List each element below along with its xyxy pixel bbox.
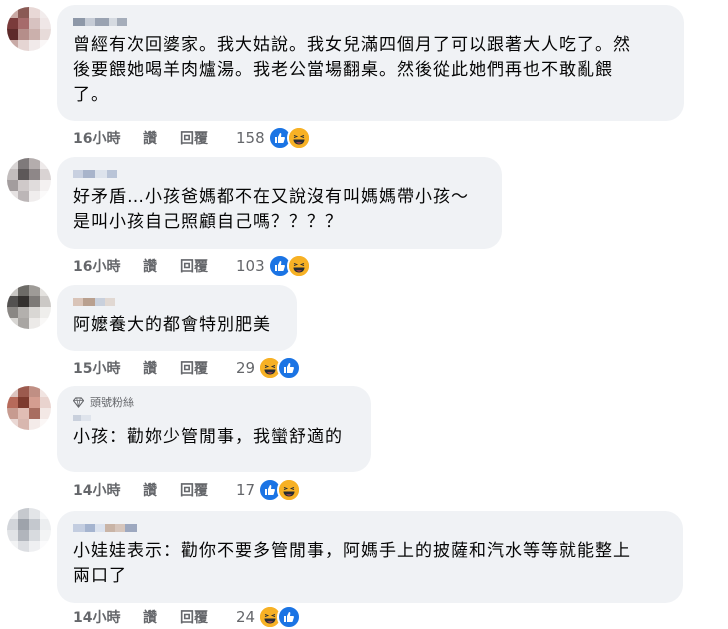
- reaction-icons[interactable]: [258, 605, 302, 629]
- commenter-name-blurred[interactable]: [73, 521, 667, 535]
- reply-button[interactable]: 回覆: [180, 480, 236, 500]
- reaction-count[interactable]: 17: [236, 481, 255, 499]
- like-button[interactable]: 讚: [143, 480, 180, 500]
- reaction-count[interactable]: 103: [236, 257, 265, 275]
- comment-time[interactable]: 16小時: [73, 256, 143, 276]
- comment-bubble: 好矛盾…小孩爸媽都不在又說沒有叫媽媽帶小孩～ 是叫小孩自己照顧自己嗎？？？？: [57, 157, 502, 249]
- comment-text: 好矛盾…小孩爸媽都不在又說沒有叫媽媽帶小孩～ 是叫小孩自己照顧自己嗎？？？？: [73, 187, 469, 232]
- comment-actions: 14小時 讚 回覆 17: [73, 478, 302, 502]
- laughing-face-icon: [286, 254, 311, 278]
- avatar[interactable]: [7, 386, 51, 430]
- comment-bubble: 阿嬤養大的都會特別肥美: [57, 285, 297, 351]
- comment-bubble: 小娃娃表示：勸你不要多管閒事，阿媽手上的披薩和汽水等等就能整上 兩口了: [57, 511, 683, 603]
- avatar[interactable]: [7, 7, 51, 51]
- comment-actions: 14小時 讚 回覆 24: [73, 605, 302, 629]
- reply-button[interactable]: 回覆: [180, 607, 236, 627]
- reaction-icons[interactable]: [267, 254, 311, 278]
- comment-actions: 16小時 讚 回覆 103: [73, 254, 311, 278]
- reply-button[interactable]: 回覆: [180, 358, 236, 378]
- like-button[interactable]: 讚: [143, 128, 180, 148]
- comment-text: 小娃娃表示：勸你不要多管閒事，阿媽手上的披薩和汽水等等就能整上 兩口了: [73, 541, 631, 586]
- badge-label: 頭號粉絲: [90, 396, 134, 409]
- like-button[interactable]: 讚: [143, 358, 180, 378]
- comment-text: 曾經有次回婆家。我大姑說。我女兒滿四個月了可以跟著大人吃了。然 後要餵她喝羊肉爐…: [73, 35, 631, 105]
- commenter-name-blurred[interactable]: [73, 413, 355, 423]
- reply-button[interactable]: 回覆: [180, 256, 236, 276]
- laughing-face-icon: [286, 126, 311, 150]
- comment-text: 阿嬤養大的都會特別肥美: [73, 315, 271, 335]
- avatar[interactable]: [7, 158, 51, 202]
- comment-time[interactable]: 16小時: [73, 128, 143, 148]
- comment-text: 小孩：勸妳少管閒事，我蠻舒適的: [73, 427, 343, 447]
- top-fan-badge[interactable]: 頭號粉絲: [73, 395, 355, 409]
- comment-bubble: 曾經有次回婆家。我大姑說。我女兒滿四個月了可以跟著大人吃了。然 後要餵她喝羊肉爐…: [57, 5, 684, 121]
- comment-actions: 15小時 讚 回覆 29: [73, 356, 302, 380]
- avatar[interactable]: [7, 508, 51, 552]
- reaction-icons[interactable]: [267, 126, 311, 150]
- commenter-name-blurred[interactable]: [73, 295, 281, 309]
- commenter-name-blurred[interactable]: [73, 167, 486, 181]
- comment-bubble: 頭號粉絲 小孩：勸妳少管閒事，我蠻舒適的: [57, 386, 371, 472]
- reply-button[interactable]: 回覆: [180, 128, 236, 148]
- commenter-name-blurred[interactable]: [73, 15, 668, 29]
- reaction-count[interactable]: 29: [236, 359, 255, 377]
- comment-time[interactable]: 15小時: [73, 358, 143, 378]
- avatar[interactable]: [7, 285, 51, 329]
- reaction-count[interactable]: 24: [236, 608, 255, 626]
- reaction-count[interactable]: 158: [236, 129, 265, 147]
- comment-time[interactable]: 14小時: [73, 480, 143, 500]
- laughing-face-icon: [277, 478, 302, 502]
- comment-actions: 16小時 讚 回覆 158: [73, 126, 311, 150]
- thumbs-up-icon: [277, 605, 302, 629]
- like-button[interactable]: 讚: [143, 256, 180, 276]
- reaction-icons[interactable]: [258, 478, 302, 502]
- reaction-icons[interactable]: [258, 356, 302, 380]
- diamond-icon: [73, 396, 84, 408]
- thumbs-up-icon: [277, 356, 302, 380]
- like-button[interactable]: 讚: [143, 607, 180, 627]
- comment-time[interactable]: 14小時: [73, 607, 143, 627]
